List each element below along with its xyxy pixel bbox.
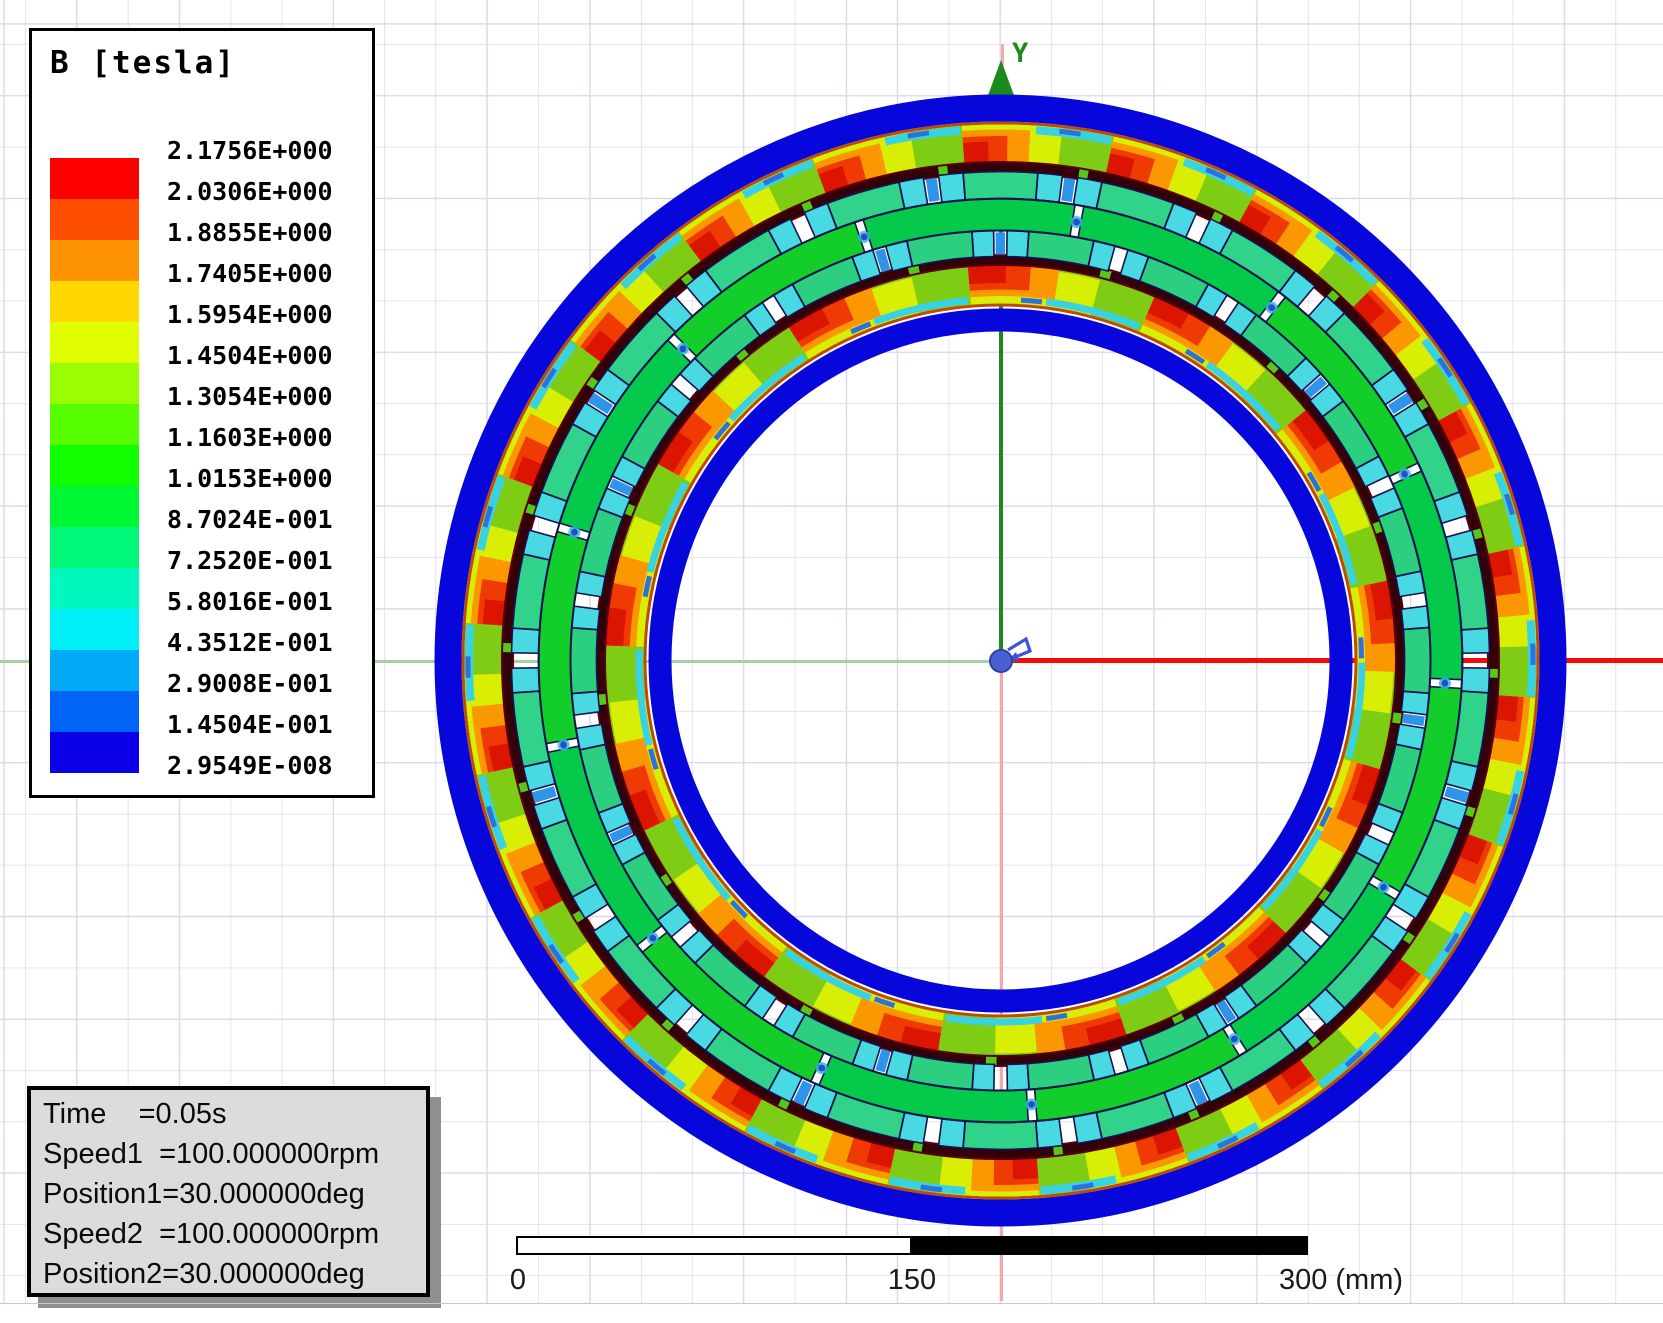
legend-color-band: [50, 158, 139, 199]
legend-value: 8.7024E-001: [167, 505, 333, 534]
legend-color-band: [50, 609, 139, 650]
legend-color-band: [50, 240, 139, 281]
scale-bar: [516, 1236, 1308, 1255]
legend-color-band: [50, 732, 139, 773]
legend-value: 2.9008E-001: [167, 669, 333, 698]
legend-color-band: [50, 486, 139, 527]
legend-value: 1.3054E+000: [167, 382, 333, 411]
legend-value: 7.2520E-001: [167, 546, 333, 575]
origin-marker: [989, 649, 1013, 673]
speed1-readout: Speed1 =100.000000rpm: [43, 1138, 380, 1170]
position1-readout: Position1=30.000000deg: [43, 1178, 365, 1210]
legend-value: 1.7405E+000: [167, 259, 333, 288]
scale-bar-black-half: [910, 1236, 1308, 1255]
legend-title: B [tesla]: [50, 45, 236, 81]
scale-tick-300: 300 (mm): [1278, 1264, 1404, 1296]
legend-color-band: [50, 199, 139, 240]
plot-bottom-edge: [0, 1303, 1663, 1304]
legend-value: 1.0153E+000: [167, 464, 333, 493]
legend-value: 1.8855E+000: [167, 218, 333, 247]
scale-tick-150: 150: [887, 1264, 937, 1296]
legend-color-band: [50, 527, 139, 568]
legend-value: 2.1756E+000: [167, 136, 333, 165]
legend-value: 2.9549E-008: [167, 751, 333, 780]
position2-readout: Position2=30.000000deg: [43, 1258, 365, 1290]
legend-color-band: [50, 281, 139, 322]
solution-info-box: Time =0.05s Speed1 =100.000000rpm Positi…: [27, 1086, 430, 1297]
legend-color-band: [50, 363, 139, 404]
legend-value: 1.4504E+000: [167, 341, 333, 370]
legend-value: 2.0306E+000: [167, 177, 333, 206]
legend-color-band: [50, 568, 139, 609]
time-readout: Time =0.05s: [43, 1098, 227, 1130]
legend-value: 1.4504E-001: [167, 710, 333, 739]
legend-color-band: [50, 404, 139, 445]
legend-color-band: [50, 322, 139, 363]
legend-value: 4.3512E-001: [167, 628, 333, 657]
speed2-readout: Speed2 =100.000000rpm: [43, 1218, 380, 1250]
scale-tick-0: 0: [509, 1264, 527, 1296]
legend-color-band: [50, 445, 139, 486]
legend-color-band: [50, 691, 139, 732]
legend-color-band: [50, 650, 139, 691]
y-axis-label: Y: [1012, 38, 1029, 69]
legend-value: 1.1603E+000: [167, 423, 333, 452]
legend-value: 1.5954E+000: [167, 300, 333, 329]
field-plot-window: Y B [tesla] 2.1756E+000 2.0306E+000 1.8855…: [0, 0, 1663, 1323]
color-legend-box: B [tesla] 2.1756E+000 2.0306E+000 1.8855E+…: [29, 28, 375, 798]
legend-value: 5.8016E-001: [167, 587, 333, 616]
